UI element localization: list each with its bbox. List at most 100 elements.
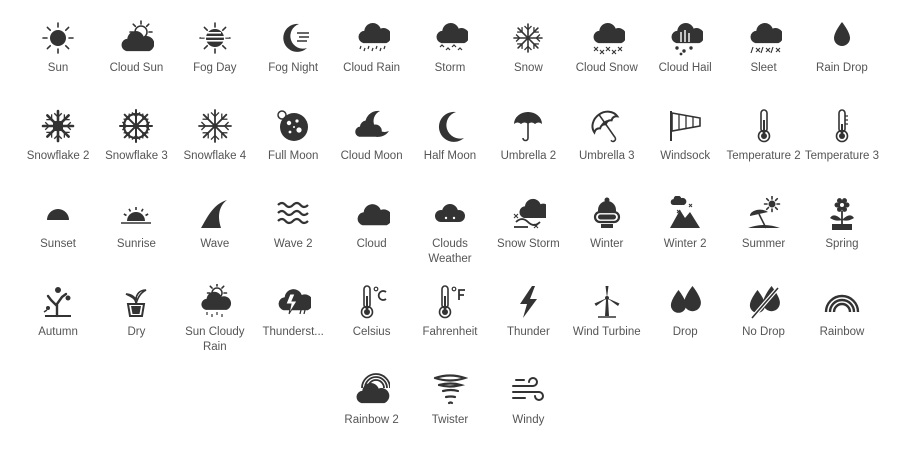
winter-icon: [587, 194, 627, 234]
icon-label: Snow: [513, 62, 543, 74]
cloud-rain-icon: [352, 18, 392, 58]
icon-tile-umbrella-3[interactable]: Umbrella 3: [568, 106, 646, 164]
drop-icon: [665, 282, 705, 322]
icon-tile-twister[interactable]: Twister: [411, 370, 489, 428]
icon-tile-drop[interactable]: Drop: [646, 282, 724, 355]
icon-tile-temperature-2[interactable]: Temperature 2: [724, 106, 802, 164]
icon-tile-rainbow-2[interactable]: Rainbow 2: [332, 370, 410, 428]
icon-label: Twister: [431, 414, 469, 426]
icon-label: Winter 2: [663, 238, 707, 250]
icon-tile-snow-storm[interactable]: Snow Storm: [489, 194, 567, 267]
fog-night-icon: [273, 18, 313, 58]
thunder-icon: [508, 282, 548, 322]
sun-cloudy-rain-icon: [195, 282, 235, 322]
spring-icon: [822, 194, 862, 234]
icon-label: Wind Turbine: [572, 326, 641, 338]
icon-tile-half-moon[interactable]: Half Moon: [411, 106, 489, 164]
icon-label: Wave 2: [273, 238, 313, 250]
wave-2-icon: [273, 194, 313, 234]
sun-icon: [38, 18, 78, 58]
icon-tile-wave-2[interactable]: Wave 2: [254, 194, 332, 267]
icon-tile-cloud[interactable]: Cloud: [332, 194, 410, 267]
icon-tile-winter[interactable]: Winter: [568, 194, 646, 267]
windy-icon: [508, 370, 548, 410]
icon-label: Summer: [741, 238, 786, 250]
icon-label: Cloud Rain: [343, 62, 401, 74]
cloud-hail-icon: [665, 18, 705, 58]
icon-label: Drop: [672, 326, 698, 338]
clouds-weather-icon: [430, 194, 470, 234]
icon-label: Cloud Sun: [109, 62, 164, 74]
icon-label: Celsius: [352, 326, 391, 338]
wind-turbine-icon: [587, 282, 627, 322]
dry-icon: [116, 282, 156, 322]
icon-tile-dry[interactable]: Dry: [97, 282, 175, 355]
icon-tile-sun-cloudy-rain[interactable]: Sun Cloudy Rain: [176, 282, 254, 355]
icon-tile-snowflake-4[interactable]: Snowflake 4: [176, 106, 254, 164]
icon-tile-cloud-rain[interactable]: Cloud Rain: [332, 18, 410, 76]
icon-tile-sun[interactable]: Sun: [19, 18, 97, 76]
icon-tile-fahrenheit[interactable]: Fahrenheit: [411, 282, 489, 355]
icon-tile-windsock[interactable]: Windsock: [646, 106, 724, 164]
icon-tile-rain-drop[interactable]: Rain Drop: [803, 18, 881, 76]
icon-tile-temperature-3[interactable]: Temperature 3: [803, 106, 881, 164]
icon-label: Full Moon: [267, 150, 319, 162]
icon-tile-rainbow[interactable]: Rainbow: [803, 282, 881, 355]
icon-label: Umbrella 2: [500, 150, 557, 162]
icon-tile-fog-night[interactable]: Fog Night: [254, 18, 332, 76]
windsock-icon: [665, 106, 705, 146]
winter-2-icon: [665, 194, 705, 234]
icon-tile-clouds-weather[interactable]: Clouds Weather: [411, 194, 489, 267]
icon-tile-winter-2[interactable]: Winter 2: [646, 194, 724, 267]
icon-tile-thunder[interactable]: Thunder: [489, 282, 567, 355]
icon-tile-fog-day[interactable]: Fog Day: [176, 18, 254, 76]
icon-tile-celsius[interactable]: Celsius: [332, 282, 410, 355]
icon-tile-wind-turbine[interactable]: Wind Turbine: [568, 282, 646, 355]
temperature-3-icon: [822, 106, 862, 146]
rain-drop-icon: [822, 18, 862, 58]
cloud-icon: [352, 194, 392, 234]
icon-row: Sun Cloud Sun Fog Day Fog Night Cloud Rain St…: [0, 18, 900, 76]
icon-label: Sun: [47, 62, 69, 74]
no-drop-icon: [744, 282, 784, 322]
icon-tile-cloud-sun[interactable]: Cloud Sun: [97, 18, 175, 76]
icon-tile-sunrise[interactable]: Sunrise: [97, 194, 175, 267]
icon-tile-no-drop[interactable]: No Drop: [724, 282, 802, 355]
icon-tile-spring[interactable]: Spring: [803, 194, 881, 267]
icon-tile-sunset[interactable]: Sunset: [19, 194, 97, 267]
icon-tile-cloud-snow[interactable]: Cloud Snow: [568, 18, 646, 76]
icon-label: Windsock: [660, 150, 711, 162]
icon-label: Winter: [590, 238, 624, 250]
icon-tile-storm[interactable]: Storm: [411, 18, 489, 76]
icon-label: Temperature 2: [726, 150, 801, 162]
icon-label: Thunder: [506, 326, 550, 338]
icon-label: Half Moon: [423, 150, 477, 162]
icon-label: Spring: [825, 238, 859, 250]
icon-tile-sleet[interactable]: Sleet: [724, 18, 802, 76]
icon-tile-umbrella-2[interactable]: Umbrella 2: [489, 106, 567, 164]
icon-label: Umbrella 3: [578, 150, 635, 162]
icon-label: Fog Day: [193, 62, 237, 74]
icon-tile-wave[interactable]: Wave: [176, 194, 254, 267]
icon-label: Sleet: [750, 62, 777, 74]
icon-tile-cloud-moon[interactable]: Cloud Moon: [332, 106, 410, 164]
icon-tile-windy[interactable]: Windy: [489, 370, 567, 428]
icon-label: Wave: [200, 238, 230, 250]
icon-tile-snow[interactable]: Snow: [489, 18, 567, 76]
icon-tile-autumn[interactable]: Autumn: [19, 282, 97, 355]
icon-row: Snowflake 2 Snowflake 3 Snowflake 4 Full Mo…: [0, 106, 900, 164]
icon-label: Temperature 3: [804, 150, 880, 162]
icon-tile-full-moon[interactable]: Full Moon: [254, 106, 332, 164]
snowflake-4-icon: [195, 106, 235, 146]
fog-day-icon: [195, 18, 235, 58]
icon-label: Snowflake 2: [26, 150, 90, 162]
icon-label: Fahrenheit: [422, 326, 478, 338]
icon-tile-cloud-hail[interactable]: Cloud Hail: [646, 18, 724, 76]
icon-tile-summer[interactable]: Summer: [724, 194, 802, 267]
icon-label: Cloud Snow: [575, 62, 638, 74]
icon-tile-snowflake-2[interactable]: Snowflake 2: [19, 106, 97, 164]
icon-label: Cloud: [356, 238, 387, 250]
icon-tile-thunderstorm[interactable]: Thunderst...: [254, 282, 332, 355]
icon-tile-snowflake-3[interactable]: Snowflake 3: [97, 106, 175, 164]
icon-label: Dry: [127, 326, 146, 338]
